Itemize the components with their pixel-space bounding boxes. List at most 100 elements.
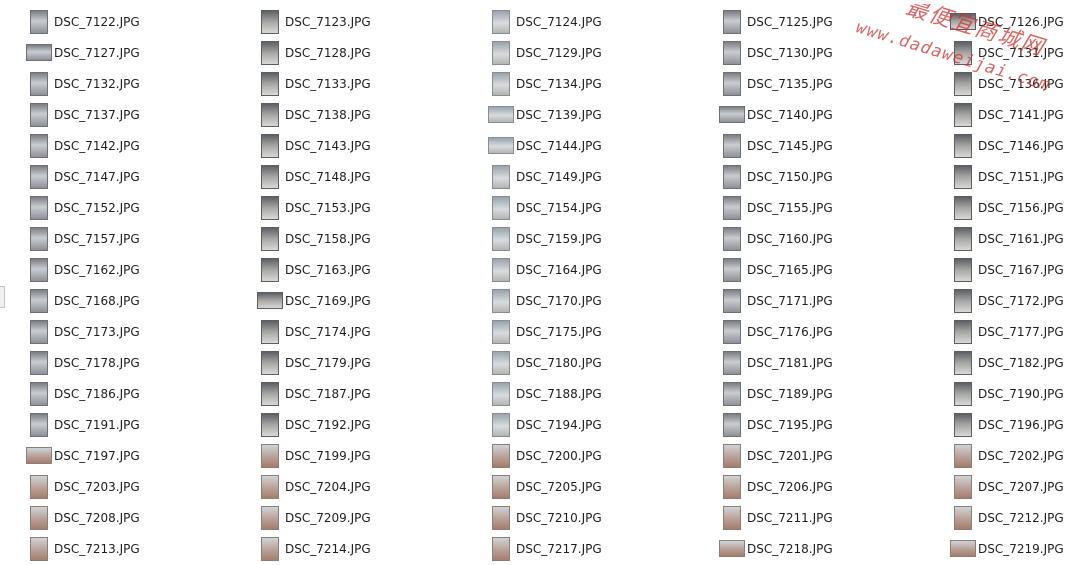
file-item[interactable]: DSC_7159.JPG: [462, 223, 693, 254]
file-item[interactable]: DSC_7161.JPG: [924, 223, 1091, 254]
file-item[interactable]: DSC_7203.JPG: [0, 471, 231, 502]
file-item[interactable]: DSC_7191.JPG: [0, 409, 231, 440]
file-item[interactable]: DSC_7136.JPG: [924, 68, 1091, 99]
file-item[interactable]: DSC_7168.JPG: [0, 285, 231, 316]
file-item[interactable]: DSC_7181.JPG: [693, 347, 924, 378]
file-item[interactable]: DSC_7206.JPG: [693, 471, 924, 502]
scrollbar-handle[interactable]: [0, 286, 5, 308]
image-thumbnail-slot: [488, 319, 514, 344]
file-item[interactable]: DSC_7194.JPG: [462, 409, 693, 440]
file-item[interactable]: DSC_7177.JPG: [924, 316, 1091, 347]
file-item[interactable]: DSC_7211.JPG: [693, 502, 924, 533]
file-item[interactable]: DSC_7146.JPG: [924, 130, 1091, 161]
file-item[interactable]: DSC_7160.JPG: [693, 223, 924, 254]
file-item[interactable]: DSC_7152.JPG: [0, 192, 231, 223]
image-thumbnail-slot: [950, 505, 976, 530]
file-item[interactable]: DSC_7129.JPG: [462, 37, 693, 68]
file-item[interactable]: DSC_7135.JPG: [693, 68, 924, 99]
file-item[interactable]: DSC_7137.JPG: [0, 99, 231, 130]
file-item[interactable]: DSC_7156.JPG: [924, 192, 1091, 223]
file-item[interactable]: DSC_7147.JPG: [0, 161, 231, 192]
file-item[interactable]: DSC_7127.JPG: [0, 37, 231, 68]
file-item[interactable]: DSC_7212.JPG: [924, 502, 1091, 533]
file-item[interactable]: DSC_7139.JPG: [462, 99, 693, 130]
file-item[interactable]: DSC_7175.JPG: [462, 316, 693, 347]
file-item[interactable]: DSC_7200.JPG: [462, 440, 693, 471]
file-item[interactable]: DSC_7128.JPG: [231, 37, 462, 68]
file-item[interactable]: DSC_7130.JPG: [693, 37, 924, 68]
file-item[interactable]: DSC_7149.JPG: [462, 161, 693, 192]
file-item[interactable]: DSC_7153.JPG: [231, 192, 462, 223]
file-item[interactable]: DSC_7174.JPG: [231, 316, 462, 347]
file-item[interactable]: DSC_7143.JPG: [231, 130, 462, 161]
file-item[interactable]: DSC_7190.JPG: [924, 378, 1091, 409]
file-item[interactable]: DSC_7201.JPG: [693, 440, 924, 471]
file-item[interactable]: DSC_7187.JPG: [231, 378, 462, 409]
file-item[interactable]: DSC_7144.JPG: [462, 130, 693, 161]
image-file-icon: [261, 350, 279, 375]
file-item[interactable]: DSC_7131.JPG: [924, 37, 1091, 68]
file-item[interactable]: DSC_7126.JPG: [924, 6, 1091, 37]
file-item[interactable]: DSC_7205.JPG: [462, 471, 693, 502]
file-item[interactable]: DSC_7176.JPG: [693, 316, 924, 347]
file-item[interactable]: DSC_7138.JPG: [231, 99, 462, 130]
file-item[interactable]: DSC_7172.JPG: [924, 285, 1091, 316]
file-item[interactable]: DSC_7195.JPG: [693, 409, 924, 440]
file-name: DSC_7179.JPG: [285, 355, 371, 370]
file-item[interactable]: DSC_7209.JPG: [231, 502, 462, 533]
file-item[interactable]: DSC_7141.JPG: [924, 99, 1091, 130]
file-item[interactable]: DSC_7145.JPG: [693, 130, 924, 161]
file-item[interactable]: DSC_7132.JPG: [0, 68, 231, 99]
file-item[interactable]: DSC_7125.JPG: [693, 6, 924, 37]
file-item[interactable]: DSC_7192.JPG: [231, 409, 462, 440]
file-item[interactable]: DSC_7219.JPG: [924, 533, 1091, 564]
file-item[interactable]: DSC_7208.JPG: [0, 502, 231, 533]
file-item[interactable]: DSC_7140.JPG: [693, 99, 924, 130]
file-item[interactable]: DSC_7169.JPG: [231, 285, 462, 316]
file-item[interactable]: DSC_7218.JPG: [693, 533, 924, 564]
file-item[interactable]: DSC_7214.JPG: [231, 533, 462, 564]
file-item[interactable]: DSC_7133.JPG: [231, 68, 462, 99]
file-item[interactable]: DSC_7178.JPG: [0, 347, 231, 378]
file-item[interactable]: DSC_7165.JPG: [693, 254, 924, 285]
file-item[interactable]: DSC_7179.JPG: [231, 347, 462, 378]
file-item[interactable]: DSC_7162.JPG: [0, 254, 231, 285]
file-item[interactable]: DSC_7155.JPG: [693, 192, 924, 223]
file-item[interactable]: DSC_7157.JPG: [0, 223, 231, 254]
file-item[interactable]: DSC_7189.JPG: [693, 378, 924, 409]
image-file-icon: [492, 40, 510, 65]
image-thumbnail-slot: [719, 133, 745, 158]
file-item[interactable]: DSC_7142.JPG: [0, 130, 231, 161]
file-item[interactable]: DSC_7164.JPG: [462, 254, 693, 285]
file-item[interactable]: DSC_7182.JPG: [924, 347, 1091, 378]
file-item[interactable]: DSC_7158.JPG: [231, 223, 462, 254]
file-item[interactable]: DSC_7210.JPG: [462, 502, 693, 533]
file-item[interactable]: DSC_7170.JPG: [462, 285, 693, 316]
file-item[interactable]: DSC_7122.JPG: [0, 6, 231, 37]
file-item[interactable]: DSC_7213.JPG: [0, 533, 231, 564]
file-item[interactable]: DSC_7171.JPG: [693, 285, 924, 316]
file-item[interactable]: DSC_7123.JPG: [231, 6, 462, 37]
file-item[interactable]: DSC_7173.JPG: [0, 316, 231, 347]
image-file-icon: [492, 257, 510, 282]
file-item[interactable]: DSC_7207.JPG: [924, 471, 1091, 502]
file-item[interactable]: DSC_7188.JPG: [462, 378, 693, 409]
file-item[interactable]: DSC_7167.JPG: [924, 254, 1091, 285]
file-item[interactable]: DSC_7148.JPG: [231, 161, 462, 192]
file-item[interactable]: DSC_7163.JPG: [231, 254, 462, 285]
file-item[interactable]: DSC_7202.JPG: [924, 440, 1091, 471]
file-item[interactable]: DSC_7197.JPG: [0, 440, 231, 471]
image-thumbnail-slot: [950, 319, 976, 344]
file-item[interactable]: DSC_7186.JPG: [0, 378, 231, 409]
file-item[interactable]: DSC_7154.JPG: [462, 192, 693, 223]
file-item[interactable]: DSC_7151.JPG: [924, 161, 1091, 192]
file-item[interactable]: DSC_7150.JPG: [693, 161, 924, 192]
file-item[interactable]: DSC_7180.JPG: [462, 347, 693, 378]
file-item[interactable]: DSC_7134.JPG: [462, 68, 693, 99]
file-item[interactable]: DSC_7217.JPG: [462, 533, 693, 564]
file-item[interactable]: DSC_7124.JPG: [462, 6, 693, 37]
file-item[interactable]: DSC_7196.JPG: [924, 409, 1091, 440]
file-item[interactable]: DSC_7204.JPG: [231, 471, 462, 502]
image-file-icon: [492, 71, 510, 96]
file-item[interactable]: DSC_7199.JPG: [231, 440, 462, 471]
